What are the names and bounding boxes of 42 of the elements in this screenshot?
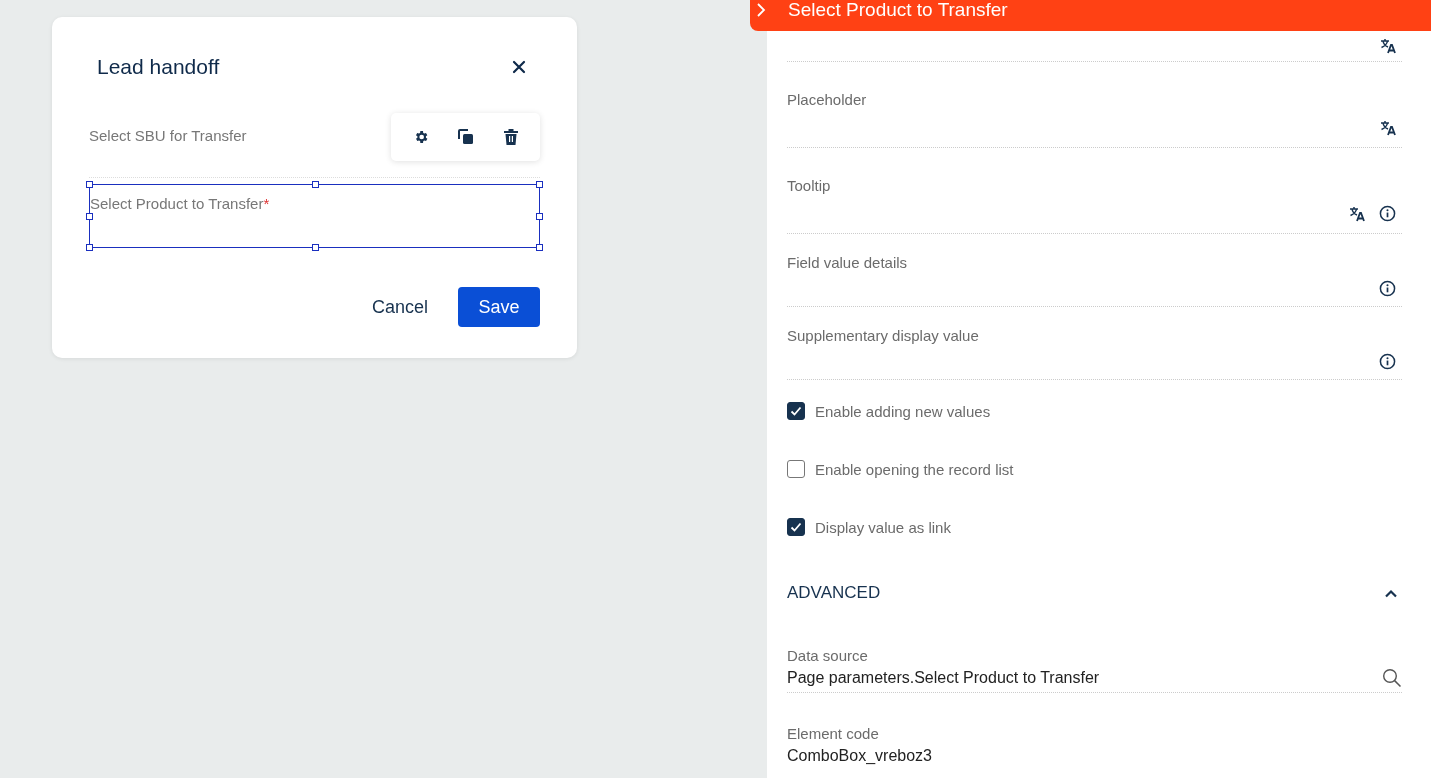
info-icon[interactable] <box>1379 353 1396 370</box>
resize-handle[interactable] <box>536 213 543 220</box>
advanced-section-header[interactable]: ADVANCED <box>787 583 1402 603</box>
checkbox[interactable] <box>787 460 805 478</box>
cancel-button[interactable]: Cancel <box>361 287 438 327</box>
panel-header[interactable]: Select Product to Transfer <box>750 0 1431 31</box>
property-value: Page parameters.Select Product to Transfer <box>787 669 1100 687</box>
checkbox[interactable] <box>787 402 805 420</box>
property-label: Field value details <box>787 254 909 271</box>
resize-handle[interactable] <box>311 244 319 251</box>
resize-handle[interactable] <box>311 181 319 188</box>
property-label: Placeholder <box>787 91 868 108</box>
resize-handle[interactable] <box>536 244 543 251</box>
panel-title: Select Product to Transfer <box>788 0 1008 19</box>
field-label: Select Product to Transfer* <box>90 195 270 212</box>
property-label: Data source <box>787 647 869 664</box>
resize-handle[interactable] <box>86 181 93 188</box>
close-icon[interactable] <box>512 60 526 74</box>
chevron-icon <box>756 3 766 17</box>
translate-icon[interactable] <box>1380 38 1396 54</box>
checkmark-icon <box>789 520 803 534</box>
translate-icon[interactable] <box>1380 119 1396 136</box>
checkbox-label: Enable opening the record list <box>815 460 1014 478</box>
resize-handle[interactable] <box>536 181 543 188</box>
resize-handle[interactable] <box>86 213 93 220</box>
dialog-title: Lead handoff <box>97 55 220 79</box>
field-label: Select SBU for Transfer <box>89 127 247 144</box>
checkbox-label: Display value as link <box>815 518 951 536</box>
property-label: Tooltip <box>787 177 832 194</box>
checkbox-label: Enable adding new values <box>815 402 991 420</box>
property-value: ComboBox_vreboz3 <box>787 747 932 765</box>
checkmark-icon <box>789 404 803 418</box>
translate-icon[interactable] <box>1349 205 1365 222</box>
save-button[interactable]: Save <box>458 287 540 327</box>
property-label: Element code <box>787 725 880 742</box>
property-label: Supplementary display value <box>787 327 980 344</box>
search-icon[interactable] <box>1382 668 1402 688</box>
info-icon[interactable] <box>1379 280 1396 297</box>
selection-frame[interactable]: Select Product to Transfer* <box>86 181 543 251</box>
info-icon[interactable] <box>1379 205 1396 222</box>
resize-handle[interactable] <box>86 244 93 251</box>
checkbox[interactable] <box>787 518 805 536</box>
